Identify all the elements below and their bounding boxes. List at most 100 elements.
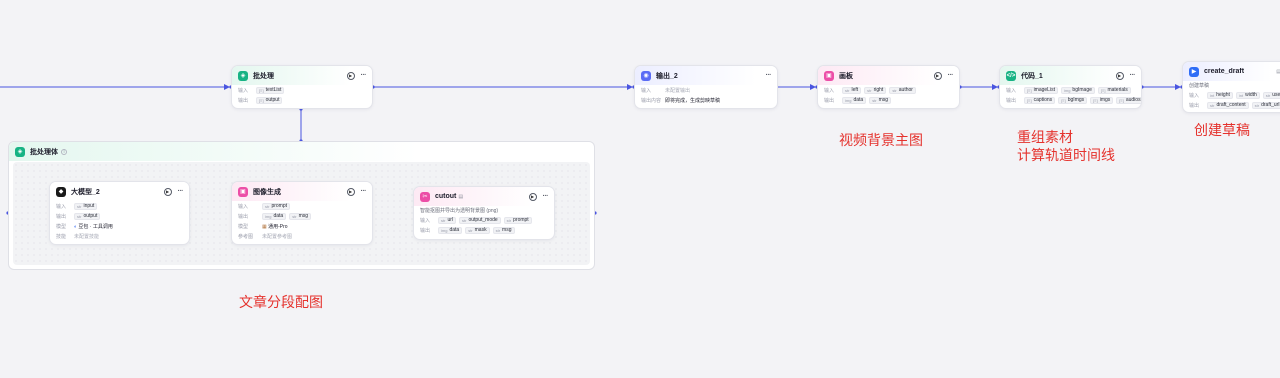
node-output-2[interactable]: ◉ 输出_2 ··· 输入 未配置输出 输出内容 即将完成，生成剪映草稿 xyxy=(634,65,778,109)
input-hint: 未配置输出 xyxy=(665,87,691,94)
tag-label: url xyxy=(447,217,454,223)
tag-label: data xyxy=(449,227,460,233)
more-icon[interactable]: ··· xyxy=(948,72,954,79)
tag-label: msg xyxy=(502,227,512,233)
output-tag: [≡] audios xyxy=(1116,96,1141,104)
output-row: 输出 img data str msg xyxy=(232,211,372,221)
skill-row: 技能 未配置技能 xyxy=(50,231,189,241)
input-tag: str input xyxy=(74,202,98,210)
more-icon[interactable]: ··· xyxy=(361,72,367,79)
run-icon[interactable]: ▶ xyxy=(1115,71,1124,80)
tag-label: msg xyxy=(878,97,889,103)
tag-label: msg xyxy=(298,213,309,219)
tag-label: author xyxy=(898,87,913,93)
node-header: ▶ create_draft ▤ xyxy=(1183,62,1280,81)
output-tag: img data xyxy=(842,96,867,104)
string-type-icon: str xyxy=(77,213,82,219)
string-type-icon: str xyxy=(867,87,872,93)
list-type-icon: [≡] xyxy=(1027,97,1032,103)
list-type-icon: [≡] xyxy=(1061,97,1066,103)
output-label: 输出 xyxy=(420,227,431,234)
input-row: 输入 未配置输出 xyxy=(635,85,777,95)
skill-label: 技能 xyxy=(56,233,67,240)
image-type-icon: img xyxy=(845,97,852,103)
node-title: 代码_1 xyxy=(1021,72,1043,80)
run-icon[interactable]: ▶ xyxy=(346,71,355,80)
string-type-icon: str xyxy=(892,87,897,93)
node-title: 输出_2 xyxy=(656,72,678,80)
tag-label: imgs xyxy=(1099,97,1111,103)
tag-label: width xyxy=(1245,92,1257,98)
tag-label: draft_content xyxy=(1216,102,1246,108)
image-gen-icon: ▣ xyxy=(238,186,248,197)
input-tag: [≡] imageList xyxy=(1024,86,1058,94)
tag-label: draft_url xyxy=(1261,102,1280,108)
tag-label: output xyxy=(265,97,280,103)
input-tag: img bgImage xyxy=(1060,86,1095,94)
output-tag: [≡] imgs xyxy=(1090,96,1114,104)
node-header: ✂ cutout ▤ ▶ ··· xyxy=(414,187,554,206)
input-row: 输入 str prompt xyxy=(232,201,372,211)
list-type-icon: [≡] xyxy=(259,97,264,103)
string-type-icon: str xyxy=(495,227,501,233)
run-icon[interactable]: ▶ xyxy=(528,192,537,201)
output-label: 输出 xyxy=(56,213,67,220)
input-tag: int width xyxy=(1235,91,1260,99)
output-tag: str draft_content xyxy=(1207,101,1249,109)
string-type-icon: str xyxy=(468,227,473,233)
node-header: ▣ 画板 ▶ ··· xyxy=(818,66,959,85)
list-type-icon: [≡] xyxy=(1027,87,1032,93)
node-image-generation[interactable]: ▣ 图像生成 ▶ ··· 输入 str prompt 输出 img data str… xyxy=(231,181,373,245)
node-title: 图像生成 xyxy=(253,188,281,196)
more-icon[interactable]: ··· xyxy=(1130,72,1136,79)
more-icon[interactable]: ··· xyxy=(543,193,549,200)
model-value: ◐ 豆包 · 工具调用 xyxy=(74,223,113,230)
list-type-icon: [≡] xyxy=(1100,87,1106,93)
node-title: 大模型_2 xyxy=(71,188,100,196)
node-title: cutout ▤ xyxy=(435,193,525,200)
output-row: 输出 str output xyxy=(50,211,189,221)
string-type-icon: str xyxy=(462,217,467,223)
input-tag: [≡] materials xyxy=(1097,86,1131,94)
node-header: ▣ 图像生成 ▶ ··· xyxy=(232,182,372,201)
batch-icon: ◈ xyxy=(238,70,248,81)
tag-label: right xyxy=(873,87,884,93)
tag-label: height xyxy=(1216,92,1230,98)
input-label: 输入 xyxy=(56,203,67,210)
list-type-icon: [≡] xyxy=(1093,97,1098,103)
model-label: 模型 xyxy=(238,223,249,230)
node-create-draft[interactable]: ▶ create_draft ▤ 创建草稿 输入 intheight intwi… xyxy=(1182,61,1280,113)
string-type-icon: str xyxy=(845,87,850,93)
cutout-title-text: cutout xyxy=(435,193,457,200)
canvas-icon: ▣ xyxy=(824,70,834,81)
image-type-icon: img xyxy=(265,213,272,219)
tag-label: captions xyxy=(1033,97,1053,103)
node-code-1[interactable]: </> 代码_1 ▶ ··· 输入 [≡] imageList img bgImag… xyxy=(999,65,1142,109)
input-tag: str url xyxy=(438,216,457,224)
input-label: 输入 xyxy=(238,87,249,94)
input-label: 输入 xyxy=(1006,87,1017,94)
more-icon[interactable]: ··· xyxy=(766,72,772,79)
run-icon[interactable]: ▶ xyxy=(933,71,942,80)
number-type-icon: int xyxy=(1210,92,1215,98)
run-icon[interactable]: ▶ xyxy=(163,187,172,196)
more-icon[interactable]: ··· xyxy=(178,188,184,195)
node-llm-2[interactable]: ◆ 大模型_2 ▶ ··· 输入 str input 输出 str output 模… xyxy=(49,181,190,245)
node-header: ◆ 大模型_2 ▶ ··· xyxy=(50,182,189,201)
output-tag: img data xyxy=(262,212,287,220)
more-icon[interactable]: ··· xyxy=(361,188,367,195)
input-label: 输入 xyxy=(420,217,431,224)
input-row: 输入 str input xyxy=(50,201,189,211)
output-label: 输出 xyxy=(824,97,835,104)
string-type-icon: str xyxy=(77,203,82,209)
string-type-icon: str xyxy=(872,97,877,103)
node-batch[interactable]: ◈ 批处理 ▶ ··· 输入 [≡] textList 输出 [≡] output xyxy=(231,65,373,109)
output-row: 输出 [≡] output xyxy=(232,95,372,105)
model-name: 通用-Pro xyxy=(268,223,288,230)
info-icon[interactable]: i xyxy=(61,148,67,155)
node-cutout[interactable]: ✂ cutout ▤ ▶ ··· 智能抠图并导出为透明背景图 (png) 输入 s… xyxy=(413,186,555,240)
tag-label: bgImage xyxy=(1072,87,1092,93)
model-thumb-icon: ▦ xyxy=(262,223,267,230)
run-icon[interactable]: ▶ xyxy=(346,187,355,196)
node-canvas[interactable]: ▣ 画板 ▶ ··· 输入 str left str right str author… xyxy=(817,65,960,109)
